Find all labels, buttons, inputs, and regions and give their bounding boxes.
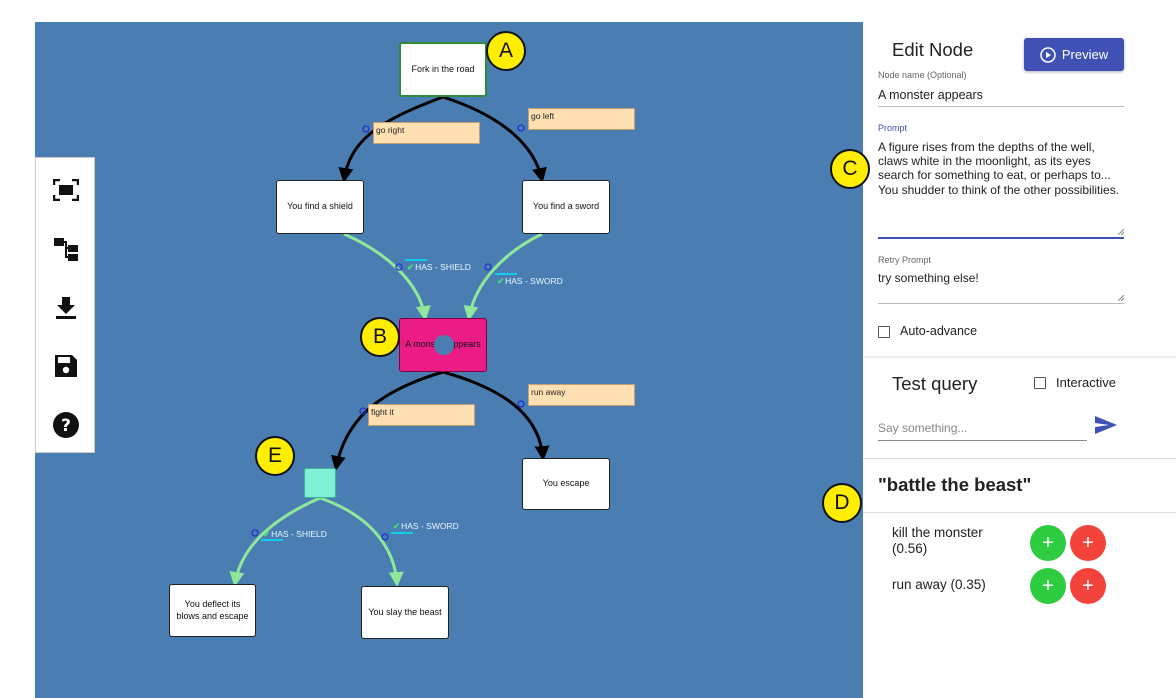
layout-tree-button[interactable] xyxy=(51,234,81,264)
callout-a: A xyxy=(486,31,526,71)
prompt-label: Prompt xyxy=(878,123,908,133)
callout-d: D xyxy=(822,483,862,523)
retry-prompt-label: Retry Prompt xyxy=(878,255,932,265)
query-text: "battle the beast" xyxy=(878,474,1032,495)
callout-e: E xyxy=(255,436,295,476)
side-panel: Edit Node Preview Node name (Optional) A… xyxy=(863,22,1176,698)
add-red-button[interactable]: + xyxy=(1070,525,1106,561)
result-label: run away (0.35) xyxy=(892,577,986,592)
check-icon: ✔ xyxy=(263,529,271,539)
node-name-label: Node name (Optional) xyxy=(878,70,967,80)
node-you-escape[interactable]: You escape xyxy=(522,458,610,510)
check-icon: ✔ xyxy=(407,262,415,272)
node-find-shield[interactable]: You find a shield xyxy=(276,180,364,234)
condition-text: HAS - SWORD xyxy=(505,276,563,286)
condition-has-shield-2[interactable]: ✔HAS - SHIELD xyxy=(263,529,327,540)
auto-advance-label: Auto-advance xyxy=(900,324,978,338)
preview-button[interactable]: Preview xyxy=(1024,38,1124,71)
add-green-button[interactable]: + xyxy=(1030,525,1066,561)
check-icon: ✔ xyxy=(393,521,401,531)
fit-view-icon xyxy=(53,179,79,201)
condition-text: HAS - SHIELD xyxy=(271,529,327,539)
resize-handle-icon[interactable] xyxy=(1118,295,1124,301)
drag-handle-dot[interactable] xyxy=(434,335,454,355)
result-row: run away (0.35) + + xyxy=(892,568,1162,608)
download-icon xyxy=(56,297,76,319)
retry-prompt-input[interactable]: try something else! xyxy=(878,271,979,285)
edge-has-shield-1 xyxy=(343,232,431,321)
edge-label-go-left[interactable]: go left xyxy=(528,108,635,130)
edge-label-go-right[interactable]: go right xyxy=(373,122,480,144)
edge-has-sword-2 xyxy=(319,496,404,587)
edge-has-shield-2 xyxy=(229,496,321,587)
node-deflect-blows[interactable]: You deflect its blows and escape xyxy=(169,584,256,637)
interactive-checkbox[interactable] xyxy=(1034,377,1046,389)
interactive-label: Interactive xyxy=(1056,375,1116,390)
condition-text: HAS - SHIELD xyxy=(415,262,471,272)
node-monster-appears[interactable]: A monster appears xyxy=(399,318,487,372)
edit-node-title: Edit Node xyxy=(892,39,974,60)
callout-b: B xyxy=(360,317,400,357)
svg-text:?: ? xyxy=(61,416,71,436)
node-fork-in-the-road[interactable]: Fork in the road xyxy=(399,42,487,97)
test-query-title: Test query xyxy=(892,373,978,394)
preview-label: Preview xyxy=(1061,47,1109,62)
layout-tree-icon xyxy=(54,238,78,261)
edge-label-run-away[interactable]: run away xyxy=(528,384,635,406)
auto-advance-checkbox[interactable] xyxy=(878,326,890,338)
send-icon[interactable] xyxy=(1095,416,1117,434)
node-find-sword[interactable]: You find a sword xyxy=(522,180,610,234)
node-slay-beast[interactable]: You slay the beast xyxy=(361,586,449,639)
save-icon xyxy=(55,355,77,377)
condition-has-shield-1[interactable]: ✔HAS - SHIELD xyxy=(407,262,471,273)
play-circle-icon xyxy=(1040,46,1056,63)
node-empty-choice[interactable] xyxy=(304,468,336,498)
edge-label-fight-it[interactable]: fight it xyxy=(368,404,475,426)
result-label: kill the monster (0.56) xyxy=(892,525,983,556)
add-green-button[interactable]: + xyxy=(1030,568,1066,604)
help-icon: ? xyxy=(53,412,79,438)
result-row: kill the monster (0.56) + + xyxy=(892,525,1162,565)
resize-handle-icon[interactable] xyxy=(1118,229,1124,235)
left-toolbar: ? xyxy=(35,157,95,453)
callout-c: C xyxy=(830,149,870,189)
fit-view-button[interactable] xyxy=(51,175,81,205)
condition-has-sword-2[interactable]: ✔HAS - SWORD xyxy=(393,521,459,532)
condition-has-sword-1[interactable]: ✔HAS - SWORD xyxy=(497,276,563,287)
download-button[interactable] xyxy=(51,293,81,323)
prompt-textarea[interactable]: A figure rises from the depths of the we… xyxy=(878,140,1126,197)
save-button[interactable] xyxy=(51,351,81,381)
condition-text: HAS - SWORD xyxy=(401,521,459,531)
node-name-input[interactable]: A monster appears xyxy=(878,88,1124,102)
check-icon: ✔ xyxy=(497,276,505,286)
graph-canvas[interactable]: Fork in the road You find a shield You f… xyxy=(35,22,863,698)
add-red-button[interactable]: + xyxy=(1070,568,1106,604)
query-input[interactable]: Say something... xyxy=(878,421,1086,435)
help-button[interactable]: ? xyxy=(51,410,81,440)
